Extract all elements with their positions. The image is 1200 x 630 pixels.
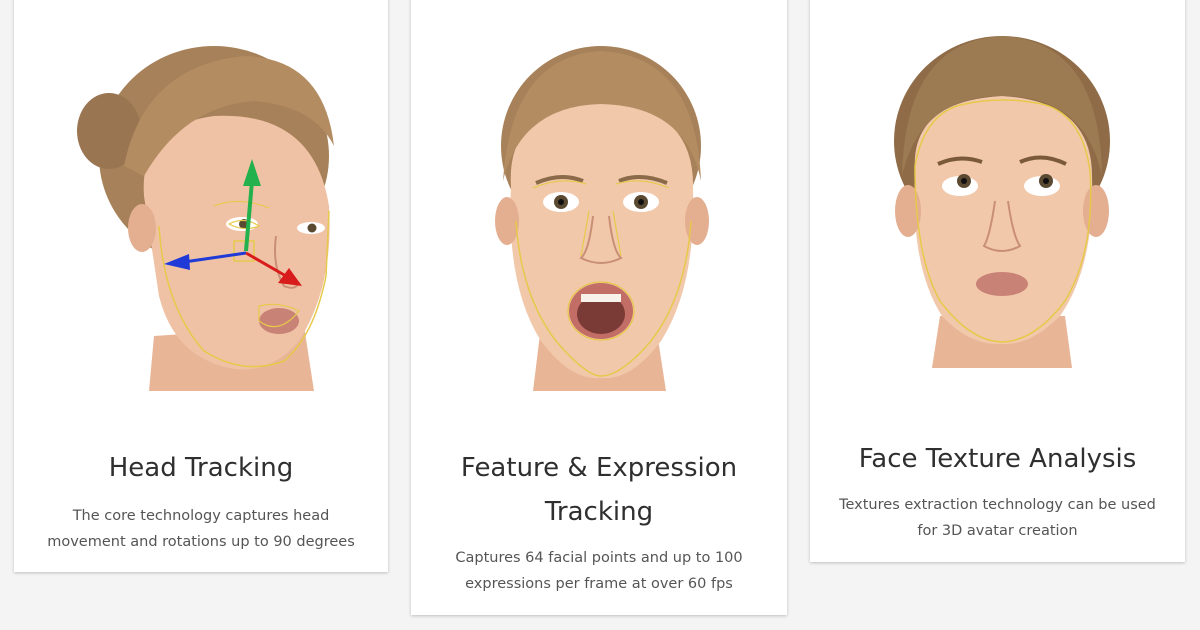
feature-cards-section: Head Tracking The core technology captur… (0, 0, 1200, 630)
card-title: Head Tracking (108, 453, 294, 483)
card-expression-tracking: Feature & Expression Tracking Captures 6… (411, 0, 787, 615)
head-tracking-portrait (14, 0, 388, 416)
card-face-texture-analysis: Face Texture Analysis Textures extractio… (810, 0, 1185, 562)
card-description: Textures extraction technology can be us… (839, 497, 1156, 539)
card-title: Face Texture Analysis (858, 444, 1137, 474)
expression-tracking-portrait (411, 0, 787, 416)
face-texture-portrait (810, 0, 1185, 396)
card-head-tracking: Head Tracking The core technology captur… (14, 0, 388, 572)
card-description: Captures 64 facial points and up to 100 … (455, 550, 743, 592)
card-description: The core technology captures head moveme… (47, 508, 355, 550)
card-title: Feature & Expression Tracking (460, 453, 738, 527)
